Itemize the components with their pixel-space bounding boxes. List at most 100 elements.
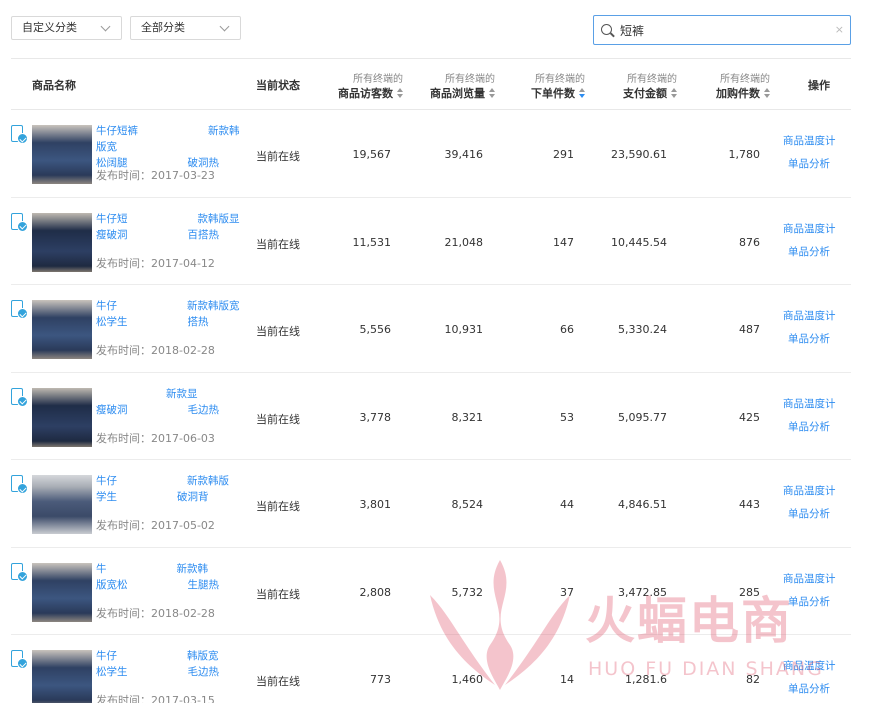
cell-orders: 14 <box>560 673 574 686</box>
header-prefix: 所有终端的 <box>535 73 585 85</box>
item-analysis-link[interactable]: 单品分析 <box>788 506 836 521</box>
cell-views: 39,416 <box>444 148 484 161</box>
header-prefix: 所有终端的 <box>720 73 770 85</box>
search-input[interactable] <box>620 20 820 40</box>
title-part: 学生 <box>96 491 117 503</box>
cell-payment: 1,281.6 <box>625 673 667 686</box>
product-title-link[interactable]: 牛仔 新款韩版宽 松学生 搭热 <box>96 298 248 330</box>
header-prefix: 所有终端的 <box>353 73 403 85</box>
thermometer-link[interactable]: 商品温度计 <box>783 221 836 236</box>
thermometer-link[interactable]: 商品温度计 <box>783 658 836 673</box>
all-category-label: 全部分类 <box>141 21 185 34</box>
row-actions: 商品温度计 单品分析 <box>783 396 836 434</box>
product-thumbnail[interactable] <box>32 300 92 359</box>
sort-icon[interactable] <box>397 87 403 98</box>
header-status-label: 当前状态 <box>256 79 300 92</box>
status-text: 当前在线 <box>256 675 300 688</box>
title-part: 牛仔短裤 <box>96 125 138 137</box>
status-text: 当前在线 <box>256 325 300 338</box>
sort-icon[interactable] <box>764 87 770 98</box>
table-row: 牛 新款韩 版宽松 生腿热 发布时间：2018-02-28 当前在线 2,808 5,732 3… <box>11 548 851 635</box>
status-text: 当前在线 <box>256 150 300 163</box>
product-thumbnail[interactable] <box>32 475 92 534</box>
cell-visitors: 2,808 <box>359 585 392 599</box>
publish-time: 发布时间：2018-02-28 <box>96 606 215 620</box>
product-title-link[interactable]: 牛仔短 款韩版显 瘦破洞 百搭热 <box>96 211 248 243</box>
row-actions: 商品温度计 单品分析 <box>783 133 836 171</box>
row-actions: 商品温度计 单品分析 <box>783 221 836 259</box>
header-orders[interactable]: 所有终端的 下单件数 <box>509 59 585 111</box>
header-payment[interactable]: 所有终端的 支付金额 <box>601 59 677 111</box>
product-title-link[interactable]: 牛仔短裤 新款韩版宽 松阔腿 破洞热 <box>96 123 248 171</box>
product-thumbnail[interactable] <box>32 650 92 703</box>
row-actions: 商品温度计 单品分析 <box>783 658 836 696</box>
thermometer-link[interactable]: 商品温度计 <box>783 308 836 323</box>
item-analysis-link[interactable]: 单品分析 <box>788 681 836 696</box>
title-part: 款韩版显 <box>197 212 240 225</box>
title-part: 松学生 <box>96 666 128 678</box>
product-title-link[interactable]: 牛仔 韩版宽 松学生 毛边热 <box>96 648 248 680</box>
search-icon <box>601 24 612 35</box>
header-orders-label: 下单件数 <box>531 86 575 100</box>
product-thumbnail[interactable] <box>32 212 92 272</box>
mobile-check-icon <box>11 300 28 319</box>
table-body: 牛仔短裤 新款韩版宽 松阔腿 破洞热 发布时间：2017-03-23 当前在线 19,567… <box>11 110 851 703</box>
header-cart-label: 加购件数 <box>716 86 760 100</box>
cell-cart: 285 <box>739 585 760 599</box>
header-cart[interactable]: 所有终端的 加购件数 <box>694 59 770 111</box>
table-row: 牛仔短 款韩版显 瘦破洞 百搭热 发布时间：2017-04-12 当前在线 11,531 21… <box>11 198 851 285</box>
cell-views: 1,460 <box>451 673 484 686</box>
table-header: 商品名称 当前状态 所有终端的 商品访客数 所有终端的 商品浏览量 所有终端的 … <box>11 58 851 110</box>
sort-icon[interactable] <box>671 87 677 98</box>
header-views-label: 商品浏览量 <box>430 86 485 100</box>
product-title-link[interactable]: 新款显 瘦破洞 毛边热 <box>96 386 248 418</box>
item-analysis-link[interactable]: 单品分析 <box>788 156 836 171</box>
header-views[interactable]: 所有终端的 商品浏览量 <box>419 59 495 111</box>
header-payment-label: 支付金额 <box>623 86 667 100</box>
product-title-link[interactable]: 牛 新款韩 版宽松 生腿热 <box>96 561 248 593</box>
title-part: 牛 <box>96 562 107 575</box>
search-box: × <box>593 15 851 45</box>
cell-payment: 5,330.24 <box>618 323 667 336</box>
cell-cart: 876 <box>739 235 760 249</box>
cell-orders: 291 <box>553 148 574 161</box>
title-part: 牛仔 <box>96 300 117 312</box>
item-analysis-link[interactable]: 单品分析 <box>788 244 836 259</box>
header-status: 当前状态 <box>256 59 300 111</box>
cell-views: 8,321 <box>451 410 484 424</box>
product-title-link[interactable]: 牛仔 新款韩版 学生 破洞背 <box>96 473 248 505</box>
cell-views: 10,931 <box>444 323 484 336</box>
product-thumbnail[interactable] <box>32 387 92 447</box>
cell-orders: 147 <box>553 235 574 249</box>
header-visitors[interactable]: 所有终端的 商品访客数 <box>327 59 403 111</box>
thermometer-link[interactable]: 商品温度计 <box>783 571 836 586</box>
product-thumbnail[interactable] <box>32 562 92 622</box>
sort-icon[interactable] <box>579 87 585 98</box>
item-analysis-link[interactable]: 单品分析 <box>788 419 836 434</box>
clear-icon[interactable]: × <box>835 23 844 36</box>
sort-icon[interactable] <box>489 87 495 98</box>
thermometer-link[interactable]: 商品温度计 <box>783 483 836 498</box>
product-thumbnail[interactable] <box>32 125 92 184</box>
custom-category-label: 自定义分类 <box>22 21 77 34</box>
thermometer-link[interactable]: 商品温度计 <box>783 133 836 148</box>
chevron-down-icon <box>219 21 230 32</box>
item-analysis-link[interactable]: 单品分析 <box>788 331 836 346</box>
title-part: 搭热 <box>187 316 209 328</box>
header-ops: 操作 <box>808 59 830 111</box>
all-category-select[interactable]: 全部分类 <box>130 16 241 40</box>
status-text: 当前在线 <box>256 500 300 513</box>
cell-visitors: 773 <box>370 673 391 686</box>
thermometer-link[interactable]: 商品温度计 <box>783 396 836 411</box>
title-part: 新款韩版 <box>187 475 229 487</box>
mobile-check-icon <box>11 562 28 582</box>
publish-time: 发布时间：2017-03-15 <box>96 694 215 703</box>
item-analysis-link[interactable]: 单品分析 <box>788 594 836 609</box>
publish-time: 发布时间：2017-03-23 <box>96 169 215 182</box>
header-visitors-label: 商品访客数 <box>338 86 393 100</box>
cell-orders: 37 <box>560 585 574 599</box>
custom-category-select[interactable]: 自定义分类 <box>11 16 122 40</box>
cell-payment: 4,846.51 <box>618 498 667 511</box>
cell-cart: 1,780 <box>728 148 761 161</box>
title-part: 新款显 <box>166 387 198 400</box>
